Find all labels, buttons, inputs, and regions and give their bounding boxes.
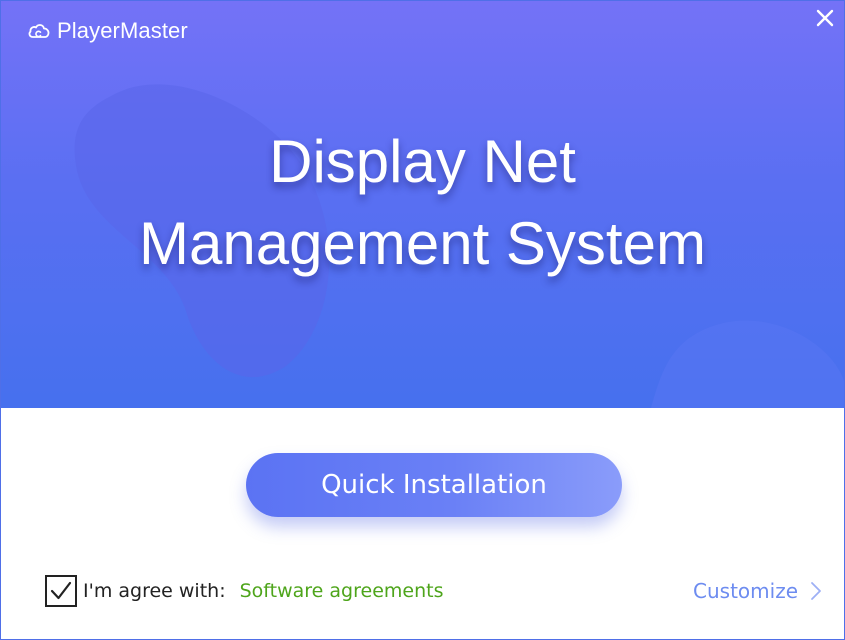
cloud-logo-icon xyxy=(28,24,50,38)
hero-title-line-2: Management System xyxy=(139,210,706,277)
installer-window: PlayerMaster Display Net Management Syst… xyxy=(0,0,845,640)
app-brand: PlayerMaster xyxy=(27,18,188,44)
agreement-row: I'm agree with: Software agreements xyxy=(45,575,443,607)
customize-button[interactable]: Customize xyxy=(693,579,822,603)
quick-installation-button[interactable]: Quick Installation xyxy=(246,453,622,517)
app-name: PlayerMaster xyxy=(57,18,188,43)
software-agreements-link[interactable]: Software agreements xyxy=(240,580,444,602)
hero-title: Display Net Management System xyxy=(1,121,844,285)
checkmark-icon xyxy=(50,581,72,600)
customize-label: Customize xyxy=(693,579,798,603)
close-icon[interactable] xyxy=(812,5,838,31)
hero-title-line-1: Display Net xyxy=(269,128,576,195)
agreement-label: I'm agree with: xyxy=(83,580,226,602)
chevron-right-icon xyxy=(811,582,821,600)
hero-banner: PlayerMaster Display Net Management Syst… xyxy=(1,1,844,408)
agreement-checkbox[interactable] xyxy=(45,575,77,607)
